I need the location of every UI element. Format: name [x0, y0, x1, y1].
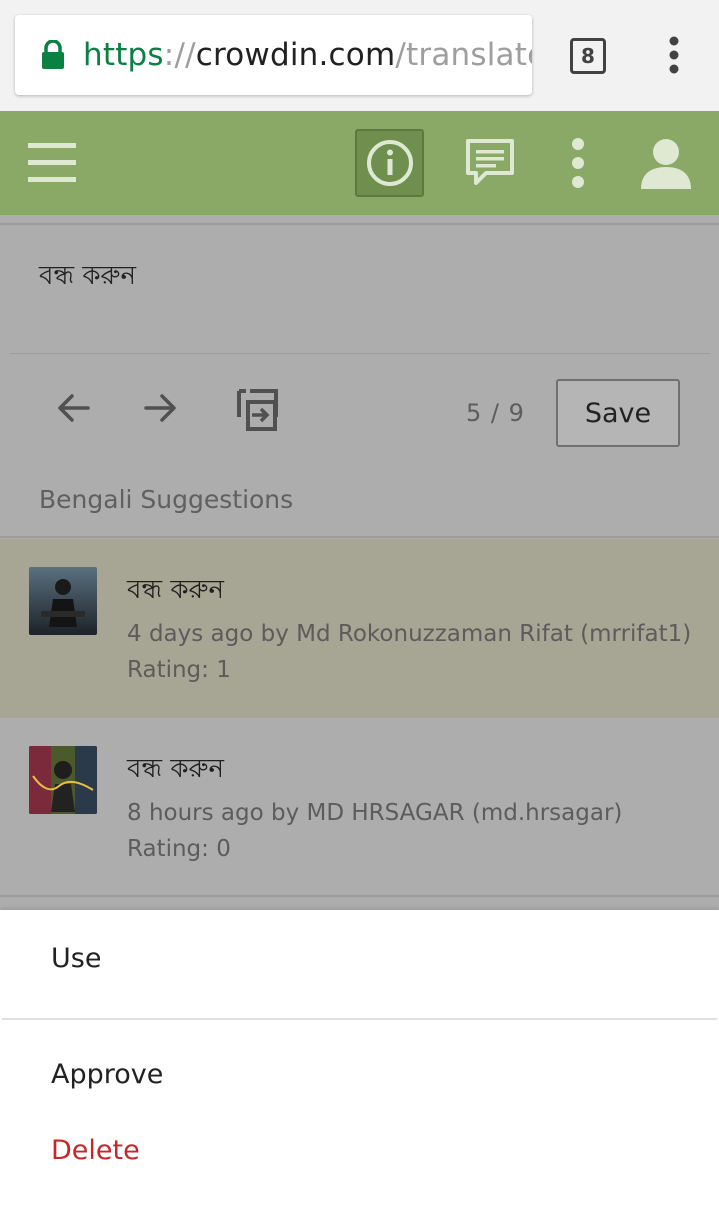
divider	[10, 353, 710, 354]
suggestion-text: বন্ধ করুন	[127, 575, 224, 605]
suggestion-rating: Rating: 0	[127, 836, 231, 862]
avatar	[29, 567, 97, 635]
suggestions-title: Bengali Suggestions	[39, 485, 294, 514]
suggestions-header: Bengali Suggestions	[0, 453, 719, 538]
tab-count: 8	[581, 44, 595, 68]
address-bar[interactable]: https://crowdin.com/translate	[15, 15, 532, 95]
browser-toolbar: https://crowdin.com/translate 8	[0, 0, 719, 111]
copy-source-button[interactable]	[236, 388, 280, 432]
save-button[interactable]: Save	[556, 379, 680, 447]
arrow-right-icon	[144, 394, 176, 422]
comment-icon[interactable]	[462, 135, 518, 191]
more-vert-icon[interactable]	[562, 135, 594, 191]
suggestion-item[interactable]: বন্ধ করুন 8 hours ago by MD HRSAGAR (md.…	[0, 718, 719, 897]
suggestion-meta: 4 days ago by Md Rokonuzzaman Rifat (mrr…	[127, 621, 692, 647]
url-path: /translate	[395, 37, 532, 73]
copy-source-icon	[237, 389, 278, 431]
string-counter: 5 / 9	[466, 399, 525, 427]
translation-box[interactable]: বন্ধ করুন 5 / 9 Save	[0, 223, 719, 453]
url-text: https://crowdin.com/translate	[83, 37, 532, 73]
app-bar	[0, 111, 719, 215]
approve-menu-item[interactable]: Approve	[0, 1041, 719, 1111]
info-icon[interactable]	[355, 129, 424, 197]
url-scheme: https	[83, 37, 164, 73]
suggestion-meta: 8 hours ago by MD HRSAGAR (md.hrsagar)	[127, 800, 623, 826]
use-label: Use	[51, 943, 102, 974]
url-separator: ://	[163, 37, 196, 73]
use-menu-item[interactable]: Use	[0, 925, 719, 995]
account-icon[interactable]	[636, 133, 696, 193]
arrow-left-icon	[58, 394, 90, 422]
tab-switcher-button[interactable]: 8	[570, 38, 606, 74]
translation-text: বন্ধ করুন	[39, 261, 136, 291]
previous-string-button[interactable]	[54, 388, 94, 428]
suggestion-item[interactable]: বন্ধ করুন 4 days ago by Md Rokonuzzaman …	[0, 539, 719, 718]
action-sheet: Use Approve Delete	[0, 910, 719, 1231]
url-host: crowdin.com	[195, 37, 396, 73]
suggestion-rating: Rating: 1	[127, 657, 231, 683]
menu-icon[interactable]	[26, 139, 80, 187]
delete-menu-item[interactable]: Delete	[0, 1117, 719, 1187]
suggestion-text: বন্ধ করুন	[127, 754, 224, 784]
next-string-button[interactable]	[140, 388, 180, 428]
editor-panel: বন্ধ করুন 5 / 9 Save Bengali Suggestions	[0, 215, 719, 910]
lock-icon	[41, 40, 65, 70]
sheet-divider	[2, 1018, 717, 1020]
avatar	[29, 746, 97, 814]
approve-label: Approve	[51, 1059, 164, 1090]
delete-label: Delete	[51, 1135, 140, 1166]
browser-menu-icon[interactable]	[664, 36, 684, 76]
